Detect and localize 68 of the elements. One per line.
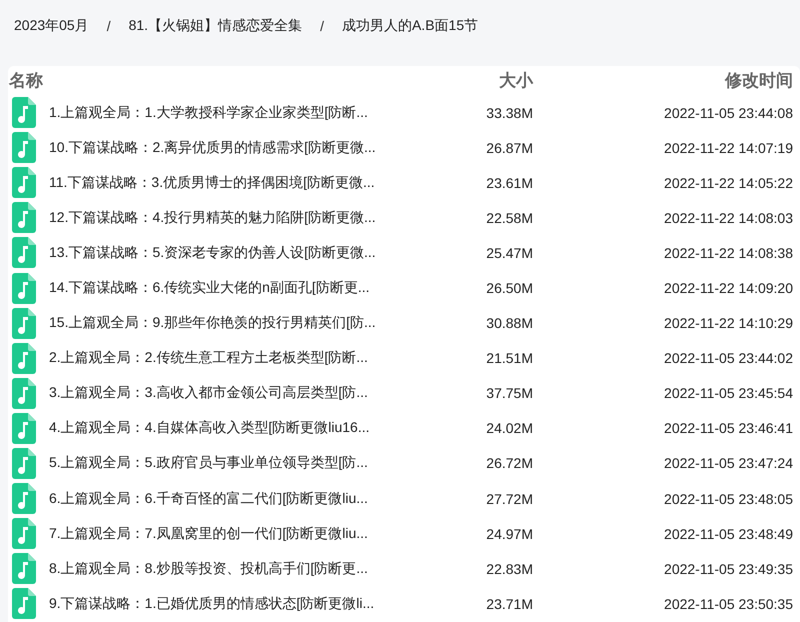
audio-file-icon — [12, 272, 36, 304]
file-size: 26.72M — [486, 455, 533, 472]
modified-time: 2022-11-05 23:46:41 — [664, 420, 793, 436]
file-size: 37.75M — [486, 385, 533, 402]
file-size: 23.71M — [486, 596, 533, 612]
audio-file-icon — [12, 202, 36, 234]
audio-file-icon — [12, 132, 36, 164]
audio-file-icon — [12, 378, 36, 409]
file-size: 26.87M — [486, 140, 533, 156]
modified-time: 2022-11-05 23:45:54 — [664, 385, 793, 402]
file-size: 27.72M — [486, 490, 533, 507]
file-size: 24.02M — [486, 420, 533, 436]
file-name[interactable]: 2.上篇观全局：2.传统生意工程方土老板类型[防断... — [49, 349, 368, 368]
breadcrumb-link[interactable]: 81.【火锅姐】情感恋爱全集 — [128, 17, 302, 35]
file-size: 25.47M — [486, 244, 533, 261]
file-name[interactable]: 9.下篇谋战略：1.已婚优质男的情感状态[防断更微li... — [49, 594, 374, 613]
file-size: 23.61M — [486, 174, 533, 191]
modified-time: 2022-11-22 14:08:38 — [664, 244, 793, 261]
file-name[interactable]: 6.上篇观全局：6.千奇百怪的富二代们[防断更微liu... — [49, 490, 368, 508]
modified-time: 2022-11-05 23:44:02 — [664, 350, 793, 366]
audio-file-icon — [12, 483, 36, 514]
breadcrumb-link[interactable]: 2023年05月 — [14, 17, 89, 35]
file-name[interactable]: 13.下篇谋战略：5.资深老专家的伪善人设[防断更微... — [49, 244, 376, 262]
file-size: 21.51M — [486, 350, 533, 366]
column-header[interactable]: 大小 — [499, 71, 533, 90]
breadcrumb-link[interactable]: 成功男人的A.B面15节 — [342, 17, 478, 35]
modified-time: 2022-11-05 23:47:24 — [664, 455, 793, 472]
file-name[interactable]: 11.下篇谋战略：3.优质男博士的择偶困境[防断更微... — [49, 174, 375, 192]
modified-time: 2022-11-22 14:10:29 — [664, 315, 793, 332]
file-name[interactable]: 7.上篇观全局：7.凤凰窝里的创一代们[防断更微liu... — [49, 524, 368, 543]
file-name[interactable]: 5.上篇观全局：5.政府官员与事业单位领导类型[防... — [49, 454, 368, 472]
modified-time: 2022-11-05 23:48:49 — [664, 526, 793, 542]
file-size: 26.50M — [486, 280, 533, 296]
audio-file-icon — [12, 448, 36, 479]
file-name[interactable]: 3.上篇观全局：3.高收入都市金领公司高层类型[防... — [49, 384, 368, 402]
file-name[interactable]: 1.上篇观全局：1.大学教授科学家企业家类型[防断... — [49, 104, 368, 122]
column-header[interactable]: 名称 — [9, 69, 43, 92]
modified-time: 2022-11-22 14:09:20 — [664, 280, 793, 296]
breadcrumb-separator: / — [320, 18, 324, 34]
modified-time: 2022-11-05 23:49:35 — [664, 560, 793, 577]
file-size: 24.97M — [486, 526, 533, 542]
audio-file-icon — [12, 97, 36, 128]
modified-time: 2022-11-05 23:44:08 — [664, 104, 793, 121]
audio-file-icon — [12, 588, 36, 620]
audio-file-icon — [12, 167, 36, 198]
file-size: 33.38M — [486, 104, 533, 121]
file-name[interactable]: 4.上篇观全局：4.自媒体高收入类型[防断更微liu16... — [49, 419, 370, 438]
column-header[interactable]: 修改时间 — [725, 71, 793, 90]
file-size: 30.88M — [486, 315, 533, 332]
audio-file-icon — [12, 412, 36, 444]
breadcrumb-separator: / — [106, 18, 111, 34]
modified-time: 2022-11-22 14:07:19 — [664, 140, 793, 156]
file-name[interactable]: 15.上篇观全局：9.那些年你艳羡的投行男精英们[防... — [49, 314, 376, 332]
modified-time: 2022-11-05 23:50:35 — [664, 596, 793, 612]
modified-time: 2022-11-22 14:05:22 — [664, 174, 793, 191]
file-name[interactable]: 8.上篇观全局：8.炒股等投资、投机高手们[防断更... — [49, 560, 368, 578]
audio-file-icon — [12, 342, 36, 374]
audio-file-icon — [12, 237, 36, 268]
audio-file-icon — [12, 308, 36, 339]
modified-time: 2022-11-22 14:08:03 — [664, 210, 793, 226]
file-name[interactable]: 12.下篇谋战略：4.投行男精英的魅力陷阱[防断更微... — [49, 208, 376, 227]
audio-file-icon — [12, 553, 36, 584]
file-size: 22.58M — [486, 210, 533, 226]
modified-time: 2022-11-05 23:48:05 — [664, 490, 793, 507]
audio-file-icon — [12, 518, 36, 550]
file-name[interactable]: 14.下篇谋战略：6.传统实业大佬的n副面孔[防断更... — [49, 279, 370, 298]
file-size: 22.83M — [486, 560, 533, 577]
file-name[interactable]: 10.下篇谋战略：2.离异优质男的情感需求[防断更微... — [49, 138, 376, 157]
